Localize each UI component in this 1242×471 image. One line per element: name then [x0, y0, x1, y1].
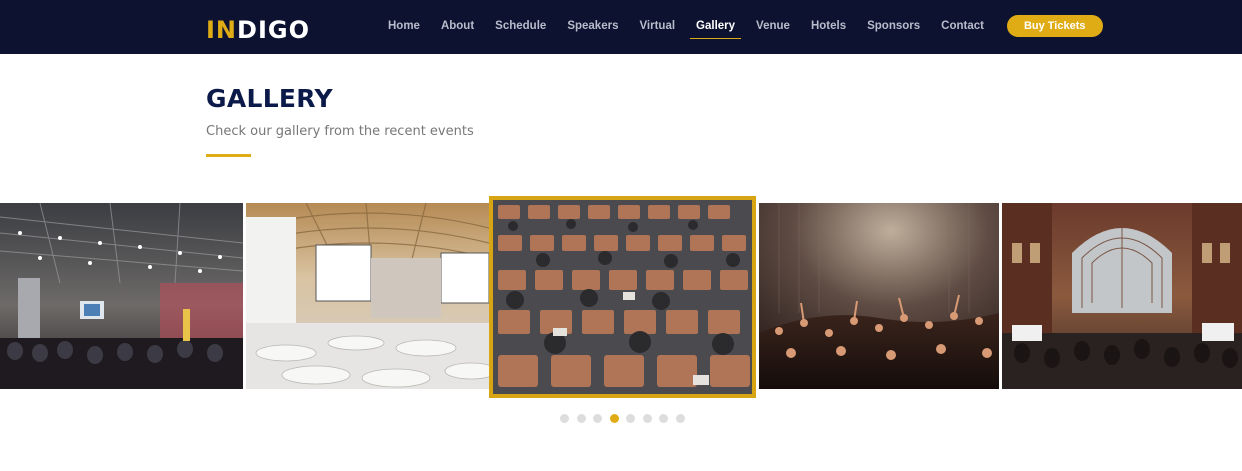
nav-item-virtual[interactable]: Virtual — [637, 14, 677, 38]
navbar: INDIGO Home About Schedule Speakers Virt… — [0, 0, 1242, 54]
nav-item-sponsors[interactable]: Sponsors — [865, 14, 922, 38]
logo-rest: DIGO — [237, 16, 310, 44]
carousel-dot-2[interactable] — [576, 414, 586, 423]
nav-item-about[interactable]: About — [439, 14, 476, 38]
title-underline — [206, 154, 251, 157]
conference-hall-photo[interactable] — [0, 203, 243, 389]
page-subtitle: Check our gallery from the recent events — [206, 124, 474, 139]
carousel-dot-1[interactable] — [560, 414, 569, 423]
exhibition-hall-photo[interactable] — [1002, 203, 1242, 389]
nav-item-gallery[interactable]: Gallery — [690, 14, 742, 39]
nav-item-contact[interactable]: Contact — [939, 14, 986, 38]
carousel-dot-7[interactable] — [659, 414, 668, 423]
gallery-carousel — [0, 196, 1242, 400]
carousel-dot-3[interactable] — [593, 414, 602, 423]
nav-item-speakers[interactable]: Speakers — [565, 14, 620, 38]
site-logo[interactable]: INDIGO — [206, 16, 310, 44]
nav-item-schedule[interactable]: Schedule — [493, 14, 548, 38]
carousel-dots — [560, 414, 692, 423]
buy-tickets-button[interactable]: Buy Tickets — [1006, 15, 1103, 37]
carousel-dot-4[interactable] — [609, 414, 619, 423]
logo-accent: IN — [206, 16, 238, 44]
carousel-dot-5[interactable] — [626, 414, 635, 423]
concert-crowd-photo[interactable] — [759, 203, 999, 389]
nav-item-hotels[interactable]: Hotels — [809, 14, 848, 38]
page-title: GALLERY — [206, 84, 333, 113]
auditorium-screens-photo[interactable] — [246, 203, 489, 389]
nav-item-home[interactable]: Home — [386, 14, 422, 38]
carousel-dot-6[interactable] — [642, 414, 652, 423]
nav-item-venue[interactable]: Venue — [754, 14, 792, 38]
audience-seats-photo[interactable] — [489, 196, 756, 398]
main-nav: Home About Schedule Speakers Virtual Gal… — [386, 13, 1103, 39]
carousel-dot-8[interactable] — [675, 414, 685, 423]
